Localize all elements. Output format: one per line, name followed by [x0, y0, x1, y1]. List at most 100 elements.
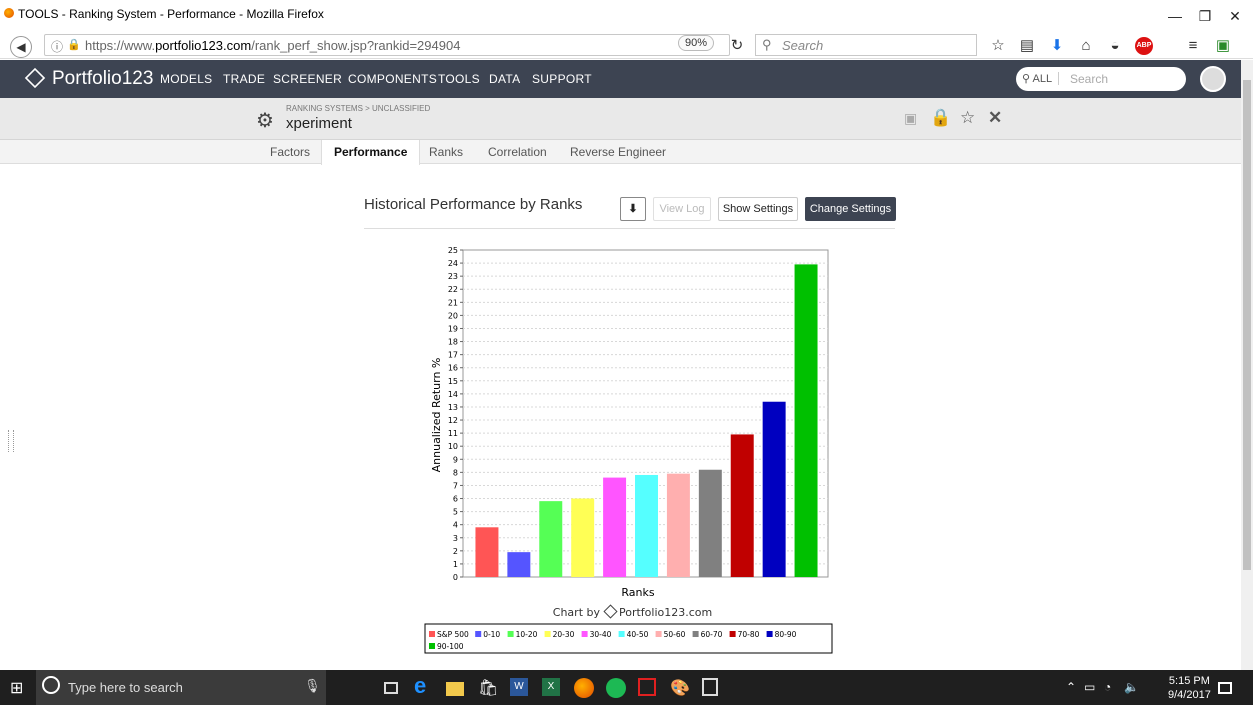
bar-10-20: [539, 501, 563, 577]
y-tick-label: 3: [453, 534, 458, 543]
breadcrumb[interactable]: RANKING SYSTEMS > UNCLASSIFIED: [286, 104, 430, 113]
task-view-icon[interactable]: [384, 682, 398, 694]
bookmarks-list-icon[interactable]: ▤: [1018, 37, 1036, 55]
notifications-icon[interactable]: [1218, 682, 1232, 694]
pocket-icon[interactable]: ◒: [1106, 37, 1124, 55]
url-text[interactable]: https://www.portfolio123.com/rank_perf_s…: [85, 38, 460, 53]
windows-start-icon[interactable]: ⊞: [10, 678, 30, 698]
title-divider: [364, 228, 895, 229]
downloads-icon[interactable]: ⬇: [1048, 37, 1066, 55]
file-explorer-icon[interactable]: [446, 682, 464, 696]
taskbar-clock[interactable]: 5:15 PM 9/4/2017: [1168, 674, 1211, 702]
y-tick-label: 13: [448, 403, 458, 412]
menu-data[interactable]: DATA: [489, 72, 520, 86]
gear-icon[interactable]: ⚙: [256, 108, 274, 133]
y-tick-label: 18: [448, 338, 458, 347]
scrollbar-thumb[interactable]: [1243, 80, 1251, 570]
taskbar-search-input[interactable]: Type here to search 🎙: [36, 670, 326, 705]
y-tick-label: 8: [453, 468, 458, 477]
y-tick-label: 5: [453, 508, 458, 517]
battery-icon[interactable]: ▭: [1084, 680, 1104, 700]
legend-swatch: [618, 631, 625, 637]
excel-icon[interactable]: X: [542, 678, 560, 696]
site-logo[interactable]: Portfolio123: [24, 67, 153, 90]
y-tick-label: 2: [453, 547, 458, 556]
lock-icon[interactable]: 🔒: [930, 108, 951, 128]
bar-s-p-500: [475, 527, 499, 577]
tab-correlation[interactable]: Correlation: [476, 140, 559, 164]
acrobat-icon[interactable]: [638, 678, 656, 696]
back-icon[interactable]: ◀: [10, 36, 32, 58]
menu-tools[interactable]: TOOLS: [438, 72, 480, 86]
logo-cube-icon: [24, 67, 46, 89]
close-window-icon[interactable]: ✕: [1220, 4, 1250, 28]
change-settings-button[interactable]: Change Settings: [805, 197, 896, 221]
menu-screener[interactable]: SCREENER: [273, 72, 342, 86]
spotify-icon[interactable]: [606, 678, 626, 698]
minimize-icon[interactable]: —: [1160, 4, 1190, 28]
reload-icon[interactable]: ↻: [728, 37, 746, 55]
browser-search-input[interactable]: ⚲ Search: [755, 34, 977, 56]
y-tick-label: 10: [448, 442, 458, 451]
y-tick-label: 24: [448, 259, 458, 268]
bookmark-star-icon[interactable]: ☆: [989, 37, 1007, 55]
extension-icon[interactable]: ▣: [1214, 37, 1232, 55]
bar-90-100: [794, 264, 818, 577]
edge-icon[interactable]: e: [414, 673, 434, 698]
site-search-input[interactable]: ⚲ ALL Search: [1016, 67, 1186, 91]
restore-icon[interactable]: ❐: [1190, 4, 1220, 28]
show-settings-button[interactable]: Show Settings: [718, 197, 798, 221]
legend-label: 30-40: [590, 630, 612, 639]
save-icon[interactable]: ▣: [904, 110, 917, 127]
menu-models[interactable]: MODELS: [160, 72, 212, 86]
store-icon[interactable]: 🛍: [478, 678, 498, 698]
info-icon[interactable]: ⓘ: [51, 38, 63, 55]
browser-toolbar: ◀ ⓘ 🔒 https://www.portfolio123.com/rank_…: [0, 32, 1253, 59]
tab-factors[interactable]: Factors: [258, 140, 322, 164]
tab-reverse-engineer[interactable]: Reverse Engineer: [558, 140, 678, 164]
menu-trade[interactable]: TRADE: [223, 72, 265, 86]
legend-label: 50-60: [664, 630, 686, 639]
word-icon[interactable]: W: [510, 678, 528, 696]
wifi-icon[interactable]: ◔: [1104, 680, 1124, 700]
legend-label: 70-80: [738, 630, 760, 639]
volume-icon[interactable]: 🔈: [1124, 680, 1144, 700]
favorite-star-icon[interactable]: ☆: [960, 108, 975, 128]
user-avatar[interactable]: [1200, 66, 1226, 92]
page-title: Historical Performance by Ranks: [364, 196, 583, 213]
y-tick-label: 21: [448, 298, 458, 307]
menu-support[interactable]: SUPPORT: [532, 72, 592, 86]
download-button[interactable]: ⬇: [620, 197, 646, 221]
adblock-icon[interactable]: ABP: [1135, 37, 1153, 55]
page-scrollbar[interactable]: [1241, 60, 1253, 670]
performance-bar-chart: 0123456789101112131415161718192021222324…: [424, 246, 833, 654]
site-header: Portfolio123 MODELS TRADE SCREENER COMPO…: [0, 60, 1241, 98]
firefox-icon: [4, 8, 14, 18]
firefox-taskbar-icon[interactable]: [574, 678, 594, 698]
menu-hamburger-icon[interactable]: ≡: [1184, 37, 1202, 55]
zoom-indicator[interactable]: 90%: [678, 35, 714, 51]
ranking-system-bar: ⚙ RANKING SYSTEMS > UNCLASSIFIED xperime…: [0, 98, 1241, 140]
y-tick-label: 15: [448, 377, 458, 386]
microphone-icon[interactable]: 🎙: [304, 678, 321, 694]
y-tick-label: 7: [453, 481, 458, 490]
tray-chevron-icon[interactable]: ⌃: [1066, 680, 1086, 700]
legend-label: 90-100: [437, 642, 464, 651]
url-bar[interactable]: ⓘ 🔒 https://www.portfolio123.com/rank_pe…: [44, 34, 730, 56]
sidebar-drag-handle[interactable]: [8, 430, 14, 452]
legend-swatch: [544, 631, 551, 637]
paint-icon[interactable]: 🎨: [670, 678, 690, 698]
tab-ranks[interactable]: Ranks: [417, 140, 475, 164]
search-scope[interactable]: ⚲ ALL: [1022, 72, 1060, 85]
legend-label: 40-50: [627, 630, 649, 639]
y-tick-label: 4: [453, 521, 458, 530]
calculator-icon[interactable]: [702, 678, 718, 696]
home-icon[interactable]: ⌂: [1077, 37, 1095, 55]
menu-components[interactable]: COMPONENTS: [348, 72, 437, 86]
y-tick-labels: 0123456789101112131415161718192021222324…: [448, 246, 463, 582]
tab-performance[interactable]: Performance: [321, 140, 421, 165]
close-icon[interactable]: ✕: [988, 108, 1002, 128]
legend-label: S&P 500: [437, 630, 469, 639]
chart-credit: Chart by Portfolio123.com: [553, 604, 712, 619]
view-log-button[interactable]: View Log: [653, 197, 711, 221]
